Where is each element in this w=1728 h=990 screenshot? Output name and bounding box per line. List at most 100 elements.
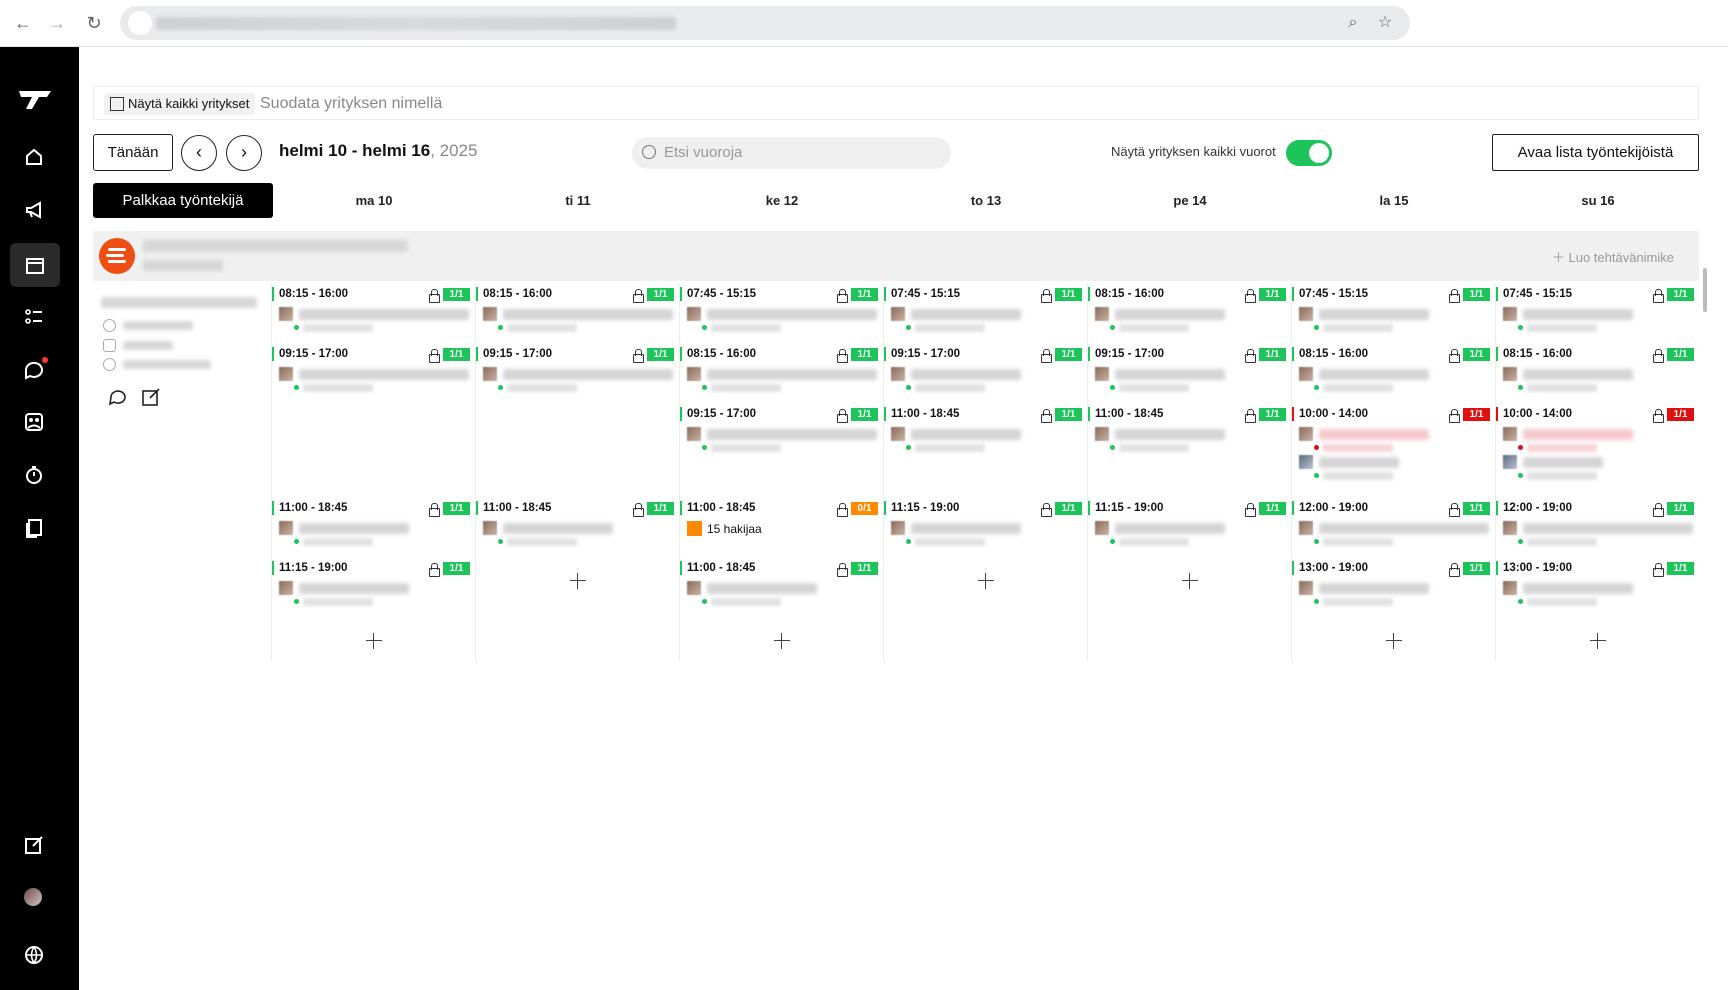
shift-card[interactable]: 11:00 - 18:45 1/1 [272,499,472,551]
lock-icon[interactable] [428,349,440,363]
lock-icon[interactable] [1652,409,1664,423]
shift-card[interactable]: 09:15 - 17:00 1/1 [476,345,676,397]
shift-card[interactable]: 10:00 - 14:00 1/1 [1496,405,1696,480]
shift-card[interactable]: 07:45 - 15:15 1/1 [1292,285,1492,337]
shift-card[interactable]: 08:15 - 16:00 1/1 [1088,285,1288,337]
shift-card[interactable]: 09:15 - 17:00 1/1 [272,345,472,397]
show-all-shifts-toggle[interactable] [1286,140,1332,166]
lock-icon[interactable] [1244,289,1256,303]
lock-icon[interactable] [836,409,848,423]
shift-card[interactable]: 13:00 - 19:00 1/1 [1292,559,1492,611]
lock-icon[interactable] [1040,289,1052,303]
lock-icon[interactable] [428,289,440,303]
shift-card[interactable]: 11:00 - 18:45 1/1 [476,499,676,551]
checklist-icon[interactable] [20,303,48,331]
lock-icon[interactable] [836,289,848,303]
shift-card[interactable]: 08:15 - 16:00 1/1 [272,285,472,337]
lock-icon[interactable] [1244,503,1256,517]
shift-card[interactable]: 07:45 - 15:15 1/1 [680,285,880,337]
add-shift-button[interactable] [978,573,994,589]
lock-icon[interactable] [1244,409,1256,423]
avatar[interactable] [24,888,42,906]
scrollbar[interactable] [1703,268,1707,312]
lock-icon[interactable] [1244,349,1256,363]
shift-card[interactable]: 11:15 - 19:00 1/1 [272,559,472,611]
lock-icon[interactable] [1448,289,1460,303]
lock-icon[interactable] [1652,349,1664,363]
shift-card[interactable]: 11:00 - 18:45 1/1 [680,559,880,611]
site-settings-icon[interactable] [128,11,152,35]
second-employee[interactable] [1292,451,1492,481]
shift-card[interactable]: 08:15 - 16:00 1/1 [680,345,880,397]
star-icon[interactable]: ☆ [1375,13,1395,33]
zoom-icon[interactable]: ⌕ [1343,13,1363,33]
lock-icon[interactable] [1652,563,1664,577]
shift-card[interactable]: 09:15 - 17:00 1/1 [884,345,1084,397]
shift-card[interactable]: 08:15 - 16:00 1/1 [1496,345,1696,397]
shift-card[interactable]: 11:00 - 18:45 1/1 [1088,405,1288,457]
shift-card[interactable]: 12:00 - 19:00 1/1 [1496,499,1696,551]
create-job-title-button[interactable]: ＋ Luo tehtävänimike [1552,247,1674,266]
shift-search-input[interactable]: Etsi vuoroja [632,137,951,169]
lock-icon[interactable] [1040,349,1052,363]
shift-card[interactable]: 08:15 - 16:00 1/1 [1292,345,1492,397]
prev-week-button[interactable]: ‹ [181,135,217,171]
lock-icon[interactable] [1040,409,1052,423]
lock-icon[interactable] [632,503,644,517]
documents-icon[interactable] [20,513,48,541]
lock-icon[interactable] [632,349,644,363]
shift-card[interactable]: 09:15 - 17:00 1/1 [680,405,880,457]
clock-icon[interactable] [20,461,48,489]
home-icon[interactable] [20,143,48,171]
shift-card[interactable]: 10:00 - 14:00 1/1 [1292,405,1492,480]
edit-job-icon[interactable] [140,386,162,408]
shift-card[interactable]: 08:15 - 16:00 1/1 [476,285,676,337]
reload-icon[interactable]: ↻ [83,12,105,34]
lock-icon[interactable] [1448,503,1460,517]
add-shift-button[interactable] [366,633,382,649]
shift-card[interactable]: 09:15 - 17:00 1/1 [1088,345,1288,397]
forward-icon[interactable]: → [46,12,68,34]
lock-icon[interactable] [428,503,440,517]
shift-card[interactable]: 13:00 - 19:00 1/1 [1496,559,1696,611]
lock-icon[interactable] [1652,503,1664,517]
lock-icon[interactable] [1448,563,1460,577]
edit-icon[interactable] [20,831,48,859]
lock-icon[interactable] [1448,349,1460,363]
today-button[interactable]: Tänään [93,134,173,171]
add-shift-button[interactable] [570,573,586,589]
applicants-count[interactable]: 15 hakijaa [707,522,762,536]
address-bar[interactable]: ⌕ ☆ [120,6,1410,40]
shift-card[interactable]: 11:00 - 18:45 1/1 [884,405,1084,457]
lock-icon[interactable] [428,563,440,577]
brand-logo-icon[interactable] [17,87,53,111]
next-week-button[interactable]: › [226,135,262,171]
lock-icon[interactable] [1448,409,1460,423]
lock-icon[interactable] [836,503,848,517]
lock-icon[interactable] [1040,503,1052,517]
shift-card[interactable]: 07:45 - 15:15 1/1 [1496,285,1696,337]
lock-icon[interactable] [836,563,848,577]
lock-icon[interactable] [836,349,848,363]
shift-card[interactable]: 07:45 - 15:15 1/1 [884,285,1084,337]
calendar-icon[interactable] [21,251,49,279]
globe-icon[interactable] [20,941,48,969]
shift-card[interactable]: 11:15 - 19:00 1/1 [884,499,1084,551]
open-employee-list-button[interactable]: Avaa lista työntekijöistä [1492,134,1699,171]
shift-card[interactable]: 11:00 - 18:45 0/1 15 hakijaa [680,499,880,551]
hire-employee-button[interactable]: Palkkaa työntekijä [93,183,273,218]
second-employee[interactable] [1496,451,1696,481]
show-all-companies-button[interactable]: Näytä kaikki yritykset [104,93,256,115]
people-icon[interactable] [20,408,48,436]
add-shift-button[interactable] [1590,633,1606,649]
megaphone-icon[interactable] [20,196,48,224]
back-icon[interactable]: ← [12,12,34,34]
add-shift-button[interactable] [1182,573,1198,589]
add-shift-button[interactable] [774,633,790,649]
lock-icon[interactable] [632,289,644,303]
shift-card[interactable]: 11:15 - 19:00 1/1 [1088,499,1288,551]
add-shift-button[interactable] [1386,633,1402,649]
company-filter-input[interactable]: Suodata yrityksen nimellä [260,93,442,115]
lock-icon[interactable] [1652,289,1664,303]
shift-card[interactable]: 12:00 - 19:00 1/1 [1292,499,1492,551]
